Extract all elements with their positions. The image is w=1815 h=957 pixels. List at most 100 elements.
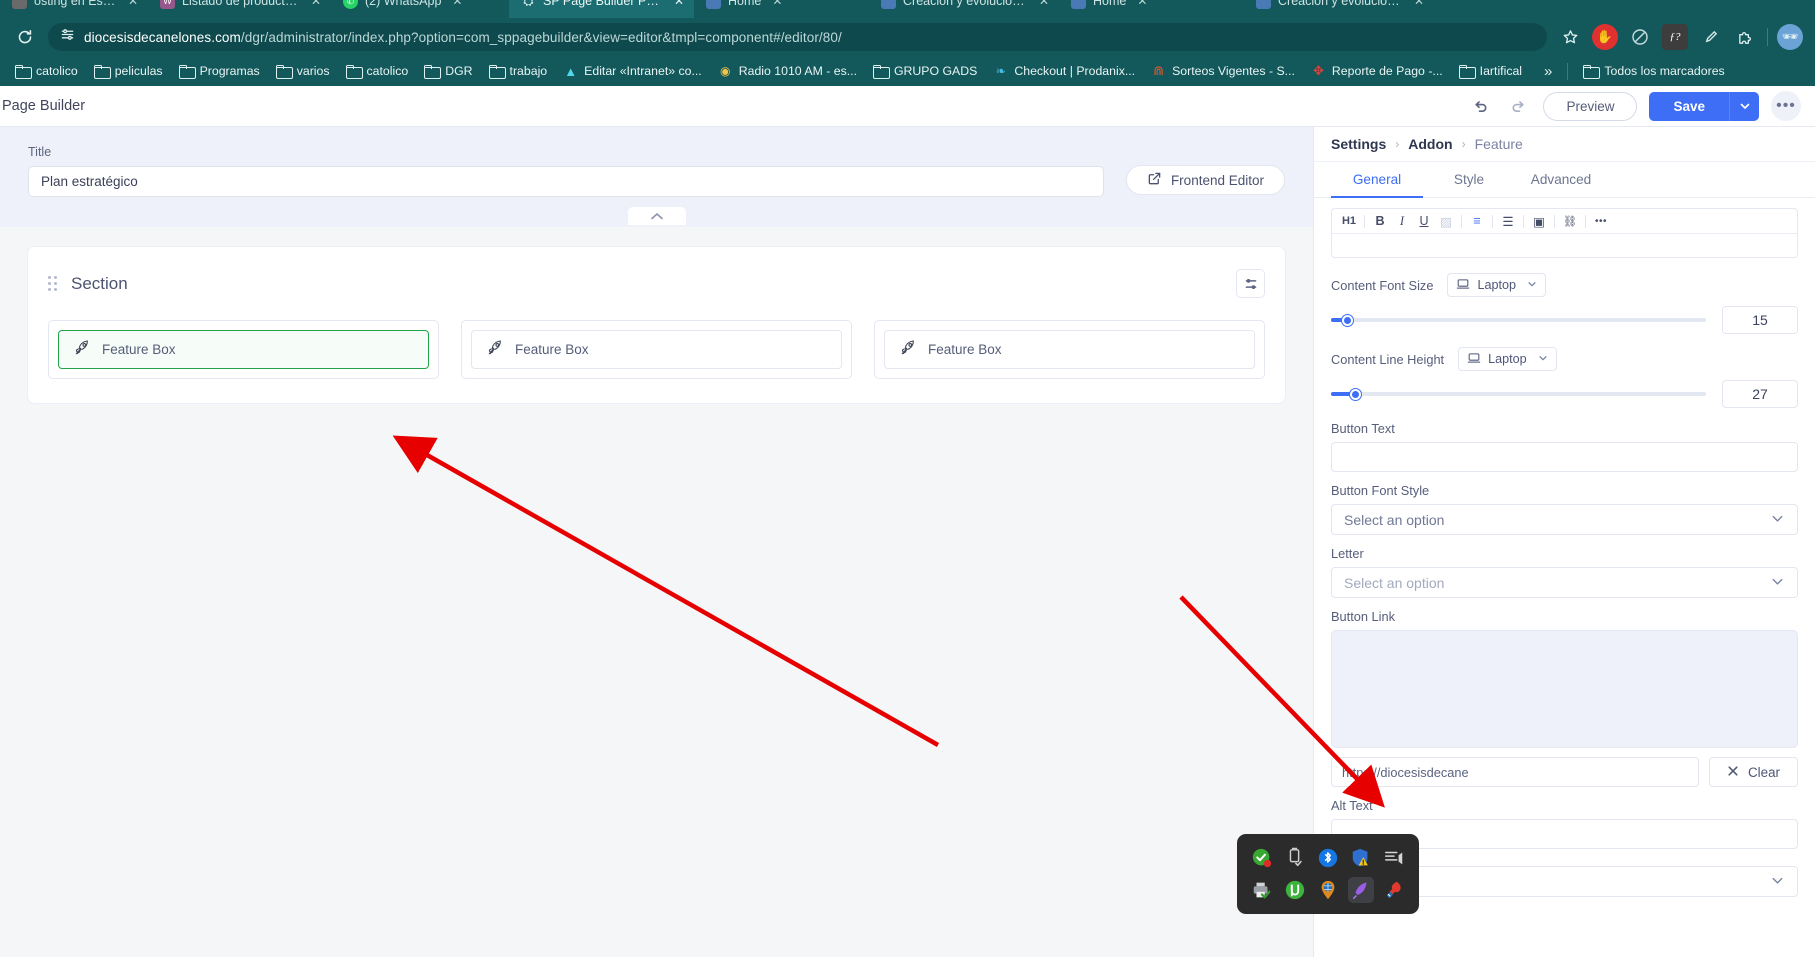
addon-feature-box[interactable]: Feature Box: [471, 330, 842, 369]
chevron-down-icon[interactable]: [1730, 91, 1759, 121]
bookmark-item[interactable]: peliculas: [87, 61, 170, 82]
image-dropzone[interactable]: [1331, 630, 1798, 748]
bookmark-item[interactable]: ⋒ Sorteos Vigentes - S...: [1144, 61, 1302, 82]
content-rich-text-editor[interactable]: H1 B I U ▨ ≡ ☰ ▣ ⛓ •••: [1331, 208, 1798, 258]
device-selector-line-height[interactable]: Laptop: [1458, 347, 1557, 371]
bookmark-item[interactable]: catolico: [339, 61, 416, 82]
bookmark-item[interactable]: GRUPO GADS: [866, 61, 984, 82]
tab-advanced[interactable]: Advanced: [1515, 162, 1607, 197]
printer-ready-icon[interactable]: [1249, 877, 1275, 903]
bullet-list-icon[interactable]: ☰: [1497, 210, 1519, 232]
puzzle-extensions-icon[interactable]: [1732, 24, 1758, 50]
preview-button[interactable]: Preview: [1543, 91, 1638, 121]
browser-tab[interactable]: Home ✕: [694, 0, 869, 18]
tab-general[interactable]: General: [1331, 162, 1423, 198]
bold-icon[interactable]: B: [1369, 210, 1391, 232]
bluetooth-icon[interactable]: [1315, 845, 1341, 871]
close-icon[interactable]: ✕: [1039, 0, 1049, 8]
bookmark-item[interactable]: trabajo: [482, 61, 555, 82]
italic-icon[interactable]: I: [1391, 210, 1413, 232]
frontend-editor-button[interactable]: Frontend Editor: [1125, 165, 1285, 195]
insert-link-icon[interactable]: ⛓: [1559, 210, 1581, 232]
rte-content-area[interactable]: [1332, 234, 1797, 257]
star-icon[interactable]: [1557, 24, 1583, 50]
addon-feature-box[interactable]: Feature Box: [884, 330, 1255, 369]
breadcrumb-addon[interactable]: Addon: [1408, 136, 1452, 152]
button-font-style-select[interactable]: Select an option: [1331, 504, 1798, 535]
more-options-icon[interactable]: •••: [1590, 210, 1612, 232]
blocker-extension-icon[interactable]: [1627, 24, 1653, 50]
undo-icon[interactable]: [1467, 93, 1493, 119]
text-color-icon[interactable]: ▨: [1435, 210, 1457, 232]
windows-defender-warning-icon[interactable]: [1348, 845, 1374, 871]
reload-icon[interactable]: [12, 24, 38, 50]
underline-icon[interactable]: U: [1413, 210, 1435, 232]
close-icon[interactable]: ✕: [311, 0, 321, 8]
browser-tab[interactable]: Creacion y evolucion hist ✕: [869, 0, 1059, 18]
bookmark-item[interactable]: Iartifical: [1452, 61, 1529, 82]
title-input[interactable]: [28, 166, 1104, 197]
section-card[interactable]: Section Feature Box Feature Box Feature …: [28, 247, 1285, 403]
clear-button[interactable]: Clear: [1709, 757, 1798, 787]
security-check-icon[interactable]: [1249, 845, 1275, 871]
utorrent-icon[interactable]: [1282, 877, 1308, 903]
addon-feature-box-selected[interactable]: Feature Box: [58, 330, 429, 369]
insert-image-icon[interactable]: ▣: [1528, 210, 1550, 232]
redo-icon[interactable]: [1505, 93, 1531, 119]
letter-select[interactable]: Select an option: [1331, 567, 1798, 598]
align-left-icon[interactable]: ≡: [1466, 210, 1488, 232]
heading-icon[interactable]: H1: [1338, 210, 1360, 232]
more-options-icon[interactable]: •••: [1771, 91, 1801, 121]
section-label: Section: [71, 273, 128, 293]
site-settings-icon[interactable]: [60, 27, 75, 47]
save-button[interactable]: Save: [1649, 91, 1730, 121]
usb-eject-icon[interactable]: [1282, 845, 1308, 871]
adblock-extension-icon[interactable]: ✋: [1592, 24, 1618, 50]
close-icon[interactable]: ✕: [674, 0, 684, 8]
column[interactable]: Feature Box: [874, 320, 1265, 379]
globe-location-icon[interactable]: [1315, 877, 1341, 903]
bookmark-item[interactable]: ✥ Reporte de Pago -...: [1304, 61, 1450, 82]
browser-tab[interactable]: ✆ (2) WhatsApp ✕: [331, 0, 509, 18]
button-link-url-input[interactable]: [1331, 757, 1699, 787]
audio-output-icon[interactable]: [1381, 845, 1407, 871]
drag-handle-icon[interactable]: [48, 276, 57, 291]
browser-tab[interactable]: Creacion y evolucion hist ✕: [1244, 0, 1434, 18]
browser-tab[interactable]: osting en España espec ✕: [0, 0, 148, 18]
all-bookmarks-button[interactable]: Todos los marcadores: [1576, 61, 1731, 82]
content-font-size-value[interactable]: 15: [1722, 306, 1798, 334]
breadcrumb-settings[interactable]: Settings: [1331, 136, 1386, 152]
column[interactable]: Feature Box: [48, 320, 439, 379]
bookmarks-overflow-button[interactable]: »: [1537, 61, 1559, 82]
column[interactable]: Feature Box: [461, 320, 852, 379]
collapse-panel-button[interactable]: [628, 207, 686, 225]
browser-tab[interactable]: Home ✕: [1059, 0, 1244, 18]
close-icon[interactable]: ✕: [772, 0, 782, 8]
close-icon[interactable]: ✕: [1414, 0, 1424, 8]
profile-avatar[interactable]: 🕶: [1777, 24, 1803, 50]
close-icon[interactable]: ✕: [452, 0, 462, 8]
bookmark-item[interactable]: ❧ Checkout | Prodanix...: [986, 61, 1142, 82]
ccleaner-icon[interactable]: [1381, 877, 1407, 903]
bookmark-item[interactable]: ▲ Editar «Intranet» co...: [556, 61, 709, 82]
content-line-height-value[interactable]: 27: [1722, 380, 1798, 408]
button-text-input[interactable]: [1331, 442, 1798, 472]
device-selector-font-size[interactable]: Laptop: [1447, 273, 1546, 297]
eyedropper-extension-icon[interactable]: [1697, 24, 1723, 50]
bookmark-item[interactable]: ◉ Radio 1010 AM - es...: [711, 61, 864, 82]
browser-tab-active[interactable]: ⛭ SP Page Builder Pro - Dgr ✕: [509, 0, 694, 18]
function-extension-icon[interactable]: ƒ?: [1662, 24, 1688, 50]
address-bar[interactable]: diocesisdecanelones.com/dgr/administrato…: [48, 23, 1547, 51]
content-line-height-slider[interactable]: [1331, 388, 1706, 400]
feather-editor-icon[interactable]: [1347, 877, 1374, 903]
bookmark-item[interactable]: Programas: [172, 61, 267, 82]
browser-tab[interactable]: W Listado de productos - W ✕: [148, 0, 331, 18]
close-icon[interactable]: ✕: [1137, 0, 1147, 8]
section-settings-icon[interactable]: [1236, 269, 1265, 298]
content-font-size-slider[interactable]: [1331, 314, 1706, 326]
bookmark-item[interactable]: DGR: [417, 61, 479, 82]
close-icon[interactable]: ✕: [128, 0, 138, 8]
tab-style[interactable]: Style: [1423, 162, 1515, 197]
bookmark-item[interactable]: varios: [269, 61, 337, 82]
bookmark-item[interactable]: catolico: [8, 61, 85, 82]
